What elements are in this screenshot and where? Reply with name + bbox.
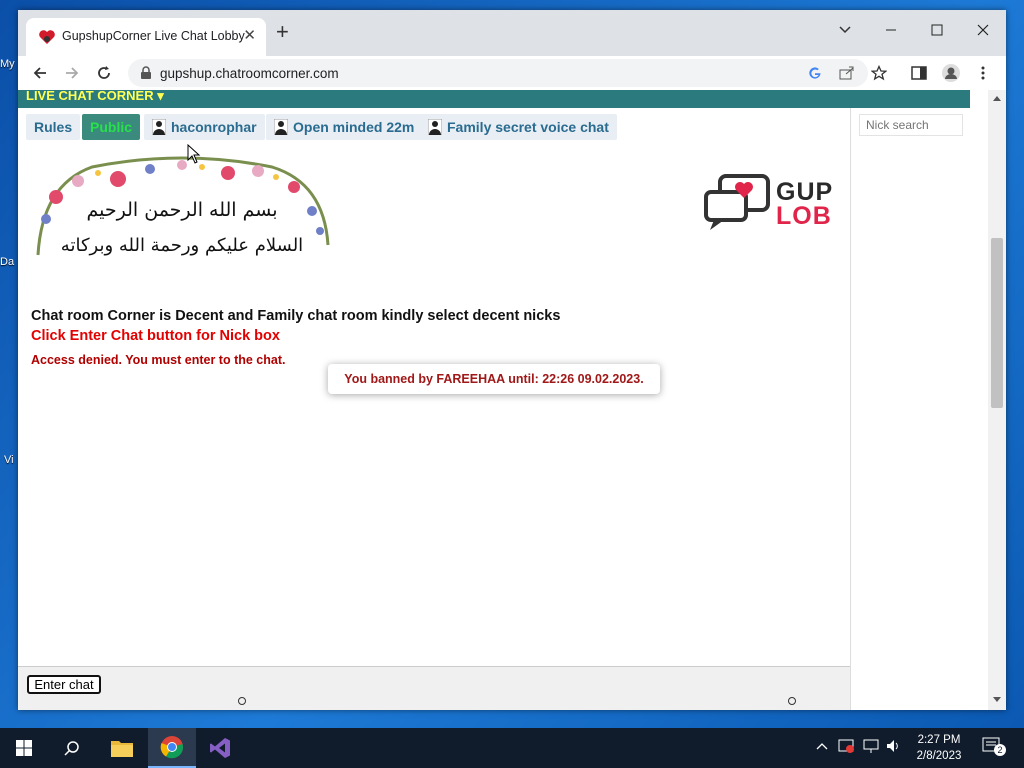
browser-window: GupshupCorner Live Chat Lobby ✕ + gupshu… [18,10,1006,710]
url-text[interactable]: gupshup.chatroomcorner.com [160,66,339,81]
side-panel-icon[interactable] [908,62,930,84]
reload-icon[interactable] [92,62,116,84]
page-viewport: LIVE CHAT CORNER ▾ Rules Public haconrop… [18,90,1006,710]
chat-main-area: بسم الله الرحمن الرحيم السلام عليكم ورحم… [18,150,850,666]
google-icon[interactable] [806,64,824,82]
tab-rules[interactable]: Rules [26,114,81,140]
taskbar-clock[interactable]: 2:27 PM 2/8/2023 [906,732,972,764]
logo-text-bottom: LOB [776,202,832,230]
browser-tab[interactable]: GupshupCorner Live Chat Lobby ✕ [26,18,266,56]
lock-icon[interactable] [140,66,152,80]
ban-notification: You banned by FAREEHAA until: 22:26 09.0… [328,364,660,394]
bookmark-star-icon[interactable] [868,62,890,84]
user-icon [274,119,288,135]
room-notice: Chat room Corner is Decent and Family ch… [31,308,561,324]
profile-avatar-icon[interactable] [940,62,962,84]
site-favicon-icon [39,30,55,44]
clock-time: 2:27 PM [917,734,961,746]
chat-tabs: Rules Public haconrophar Open minded 22m… [18,108,850,150]
site-title-menu[interactable]: LIVE CHAT CORNER ▾ [26,90,164,104]
tab-public[interactable]: Public [82,114,141,140]
site-header: LIVE CHAT CORNER ▾ [18,90,970,108]
tray-chevron-icon[interactable] [816,738,828,753]
forward-icon[interactable] [60,62,84,84]
start-windows-icon[interactable] [0,728,48,768]
file-explorer-icon[interactable] [98,728,146,768]
tab-title: GupshupCorner Live Chat Lobby [62,29,245,43]
page-scrollbar[interactable] [988,90,1006,710]
access-denied-message: Access denied. You must enter to the cha… [31,353,286,367]
scroll-down-icon[interactable] [992,696,1002,704]
banner-bismillah: بسم الله الرحمن الرحيم [86,199,278,221]
windows-taskbar: 2:27 PM 2/8/2023 2 [0,728,1024,768]
search-icon[interactable] [48,728,96,768]
tab-private-family-voice[interactable]: Family secret voice chat [420,114,617,140]
chat-bubble-heart-icon [704,174,770,230]
tray-network-icon[interactable] [862,738,880,757]
tab-label: Public [90,119,133,135]
minimize-icon[interactable] [868,16,914,44]
site-logo: GUP LOB [704,172,850,232]
visual-studio-icon[interactable] [196,728,244,768]
banner-salam: السلام عليكم ورحمة الله وبركاته [60,235,304,256]
new-tab-button[interactable]: + [276,21,289,43]
user-icon [152,119,166,135]
enter-chat-notice: Click Enter Chat button for Nick box [31,328,280,344]
browser-toolbar: gupshup.chatroomcorner.com [18,56,1006,91]
tab-label: haconrophar [171,119,257,135]
desktop-icon-label[interactable]: My [0,58,15,70]
resize-handle[interactable] [788,697,796,705]
back-icon[interactable] [28,62,52,84]
scroll-up-icon[interactable] [992,94,1002,102]
desktop-icon-label[interactable]: Da [0,256,14,268]
close-window-icon[interactable] [960,16,1006,44]
tab-label: Rules [34,119,73,135]
nick-search-input[interactable] [859,114,963,136]
chat-input-bar: Enter chat [18,666,850,710]
resize-handle[interactable] [238,697,246,705]
mouse-cursor-icon [187,144,201,164]
tab-label: Open minded 22m [293,119,415,135]
tray-volume-icon[interactable] [886,738,902,757]
address-bar[interactable]: gupshup.chatroomcorner.com [128,59,868,87]
tray-network-warning-icon[interactable] [838,738,856,757]
tab-label: Family secret voice chat [447,119,609,135]
user-icon [428,119,442,135]
user-list-panel [850,108,971,710]
tab-private-haconrophar[interactable]: haconrophar [144,114,265,140]
tab-strip: GupshupCorner Live Chat Lobby ✕ + [18,10,1006,56]
tab-private-open-minded[interactable]: Open minded 22m [266,114,423,140]
tab-search-icon[interactable] [822,16,868,44]
welcome-banner: بسم الله الرحمن الرحيم السلام عليكم ورحم… [32,155,332,279]
notification-count-badge: 2 [994,744,1006,756]
maximize-icon[interactable] [914,16,960,44]
chrome-taskbar-icon[interactable] [148,728,196,768]
enter-chat-button[interactable]: Enter chat [27,675,101,694]
action-center-icon[interactable]: 2 [982,736,1006,759]
scrollbar-thumb[interactable] [991,238,1003,408]
desktop-icon-label[interactable]: Vi [4,454,14,466]
clock-date: 2/8/2023 [916,750,962,762]
tab-close-icon[interactable]: ✕ [243,26,256,44]
menu-kebab-icon[interactable] [972,62,994,84]
share-icon[interactable] [838,64,856,82]
